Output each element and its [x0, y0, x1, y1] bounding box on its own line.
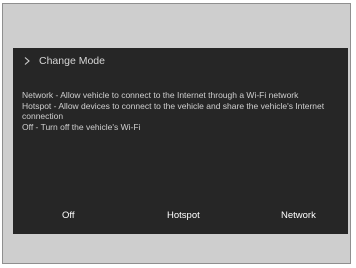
change-mode-screen: Change Mode Network - Allow vehicle to c… [13, 48, 348, 234]
hotspot-description: Hotspot - Allow devices to connect to th… [22, 100, 325, 122]
hotspot-button[interactable]: Hotspot [167, 210, 200, 221]
network-button[interactable]: Network [281, 210, 316, 221]
figure-frame: Change Mode Network - Allow vehicle to c… [2, 3, 351, 264]
network-description: Network - Allow vehicle to connect to th… [22, 90, 299, 100]
change-mode-header[interactable]: Change Mode [24, 55, 105, 67]
off-description: Off - Turn off the vehicle's Wi-Fi [22, 121, 141, 132]
header-title: Change Mode [39, 55, 105, 67]
off-button[interactable]: Off [62, 210, 75, 221]
mode-descriptions: Network - Allow vehicle to connect to th… [22, 90, 344, 132]
chevron-right-icon [24, 57, 30, 65]
